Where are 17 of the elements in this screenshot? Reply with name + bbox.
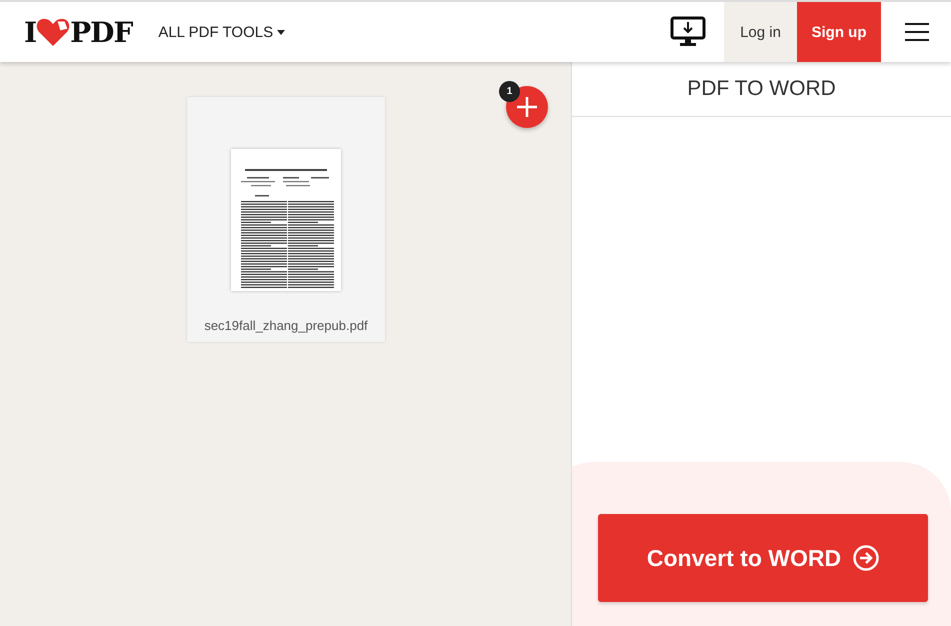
logo-text: PDF — [70, 16, 132, 48]
heart-icon — [36, 17, 70, 47]
plus-icon — [517, 97, 537, 117]
login-button[interactable]: Log in — [724, 2, 797, 62]
menu-icon[interactable] — [905, 23, 929, 41]
arrow-circle-icon — [853, 545, 880, 571]
file-card[interactable]: sec19fall_zhang_prepub.pdf — [187, 97, 385, 342]
caret-icon — [277, 30, 286, 34]
file-count-badge: 1 — [499, 81, 520, 102]
desktop-download-icon[interactable] — [670, 16, 706, 48]
signup-button[interactable]: Sign up — [797, 2, 881, 62]
tool-title: PDF TO WORD — [572, 62, 951, 117]
logo-text: I — [24, 16, 36, 48]
convert-button[interactable]: Convert to WORD — [598, 514, 928, 602]
file-name: sec19fall_zhang_prepub.pdf — [204, 318, 368, 333]
add-file-button[interactable] — [506, 86, 548, 128]
all-tools-menu[interactable]: ALL PDF TOOLS — [158, 2, 286, 62]
